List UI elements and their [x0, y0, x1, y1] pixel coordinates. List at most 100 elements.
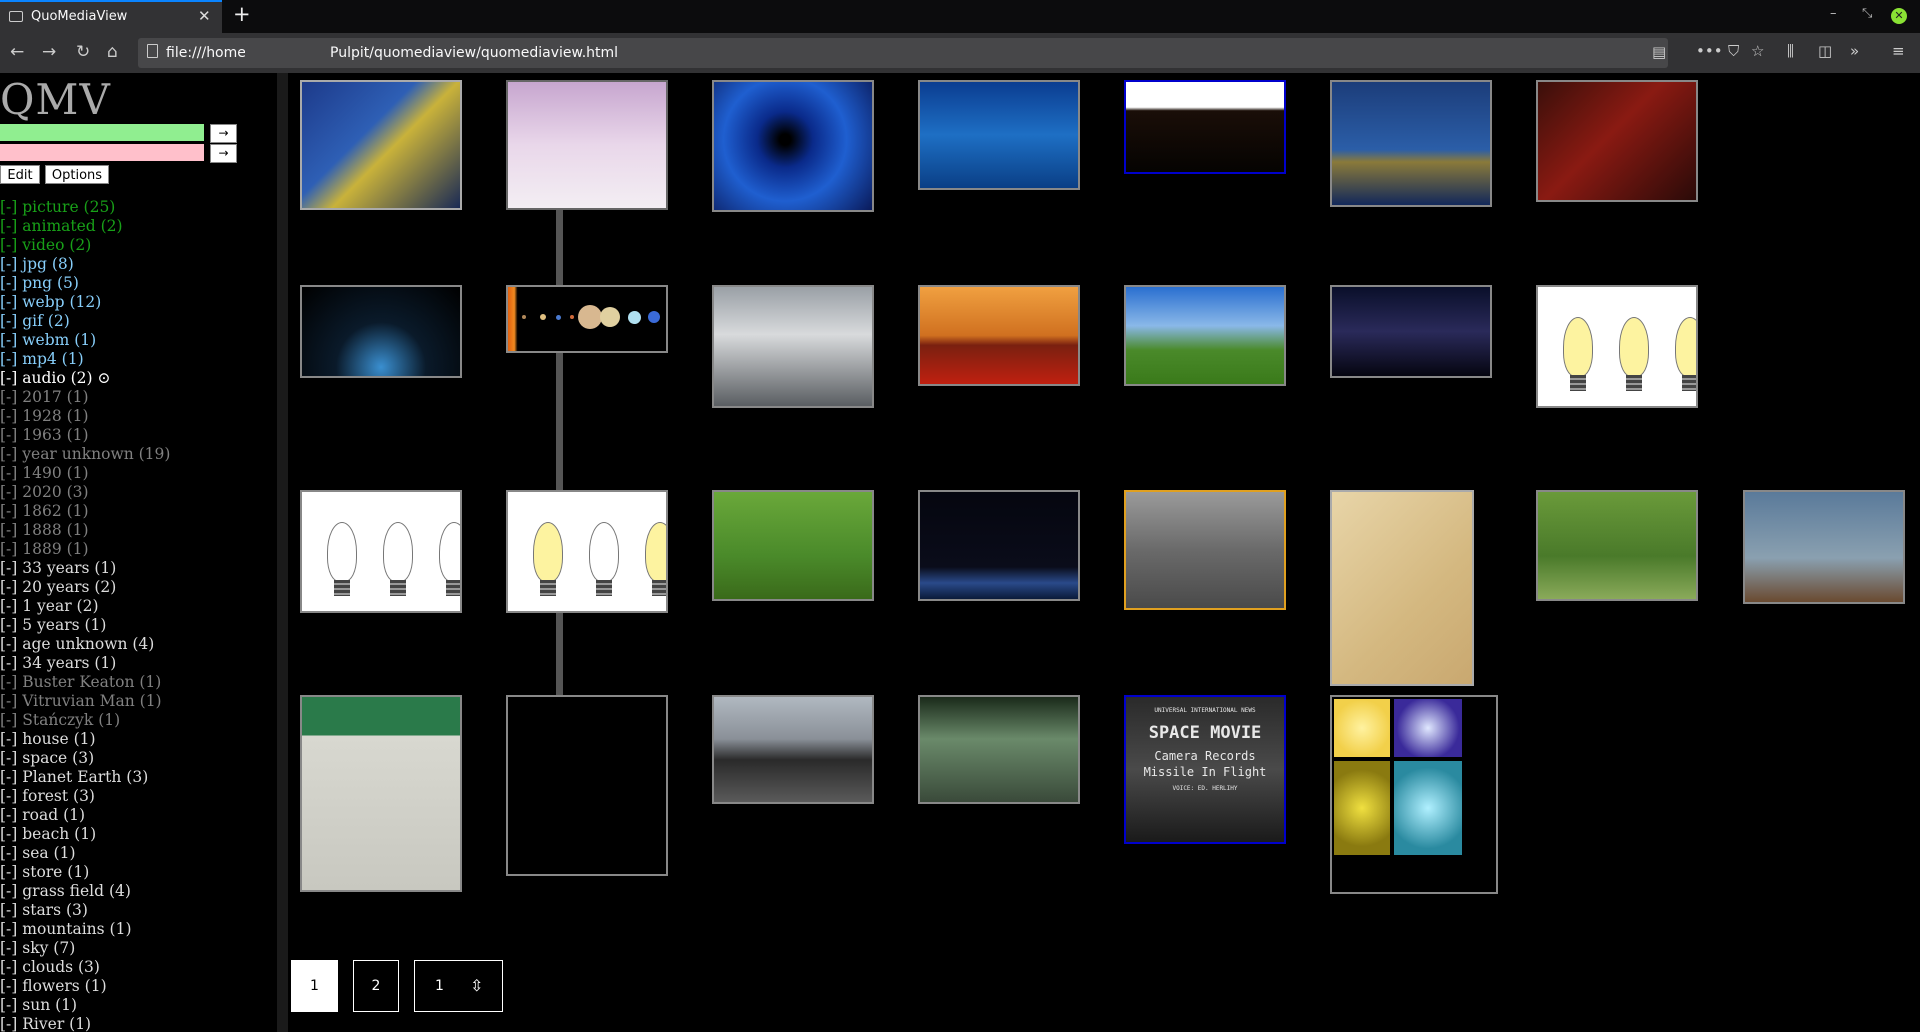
tag-item[interactable]: [-] flowers (1) — [0, 977, 170, 996]
tag-item[interactable]: [-] picture (25) — [0, 198, 170, 217]
forward-icon[interactable]: → — [42, 42, 56, 62]
tag-item[interactable]: [-] 1928 (1) — [0, 407, 170, 426]
media-thumbnail-mountains[interactable] — [1124, 285, 1286, 386]
media-thumbnail-fantasy-collage[interactable] — [1330, 695, 1498, 894]
page-1-button[interactable]: 1 — [291, 960, 338, 1012]
media-thumbnail-poppy-field[interactable] — [918, 285, 1080, 386]
media-thumbnail-solar-system[interactable] — [506, 285, 668, 353]
reader-view-icon[interactable]: ▤ — [1652, 43, 1666, 61]
overflow-icon[interactable]: » — [1850, 42, 1859, 60]
media-thumbnail-spaceship[interactable] — [300, 285, 462, 378]
tag-item[interactable]: [-] 33 years (1) — [0, 559, 170, 578]
tag-item[interactable]: [-] River (1) — [0, 1015, 170, 1032]
close-tab-icon[interactable]: ✕ — [198, 7, 211, 25]
tag-item[interactable]: [-] sea (1) — [0, 844, 170, 863]
page-info-icon[interactable] — [147, 44, 158, 58]
media-thumbnail-bulbs-mixed[interactable] — [506, 490, 668, 613]
edit-button[interactable]: Edit — [0, 165, 40, 184]
tag-item[interactable]: [-] gif (2) — [0, 312, 170, 331]
media-thumbnail-forest-road[interactable] — [918, 695, 1080, 804]
home-icon[interactable]: ⌂ — [107, 42, 118, 62]
minimize-icon[interactable]: – — [1830, 6, 1837, 21]
library-icon[interactable]: ⫼ — [1787, 42, 1794, 60]
include-go-button[interactable]: → — [210, 124, 237, 143]
media-thumbnail-space-movie[interactable]: UNIVERSAL INTERNATIONAL NEWS SPACE MOVIE C… — [1124, 695, 1286, 844]
media-thumbnail-pegasus[interactable] — [506, 80, 668, 210]
new-tab-icon[interactable]: + — [233, 2, 251, 26]
media-thumbnail-clouds[interactable] — [712, 285, 874, 408]
tag-item[interactable]: [-] grass field (4) — [0, 882, 170, 901]
media-thumbnail-stanczyk[interactable] — [1536, 80, 1698, 202]
tag-item[interactable]: [-] 1 year (2) — [0, 597, 170, 616]
media-thumbnail-cyclist-black[interactable] — [506, 695, 668, 876]
tag-item[interactable]: [-] jpg (8) — [0, 255, 170, 274]
tag-item[interactable]: [-] webp (12) — [0, 293, 170, 312]
media-thumbnail-video-dark[interactable] — [1124, 80, 1286, 174]
tag-item[interactable]: [-] house (1) — [0, 730, 170, 749]
tag-item[interactable]: [-] 1889 (1) — [0, 540, 170, 559]
exclude-filter-input[interactable] — [0, 144, 204, 161]
media-thumbnail-milky-way[interactable] — [1330, 285, 1492, 378]
tag-item[interactable]: [-] png (5) — [0, 274, 170, 293]
tag-item[interactable]: [-] year unknown (19) — [0, 445, 170, 464]
tag-item[interactable]: [-] 1888 (1) — [0, 521, 170, 540]
menu-icon[interactable]: ≡ — [1892, 42, 1905, 60]
tag-item[interactable]: [-] clouds (3) — [0, 958, 170, 977]
include-filter-input[interactable] — [0, 124, 204, 141]
tag-item[interactable]: [-] video (2) — [0, 236, 170, 255]
sidebar-scrollbar[interactable] — [277, 73, 563, 1032]
media-thumbnail-bird[interactable] — [1743, 490, 1905, 604]
page-actions-icon[interactable]: ••• — [1696, 42, 1723, 60]
tag-item[interactable]: [-] sun (1) — [0, 996, 170, 1015]
tag-item[interactable]: [-] Buster Keaton (1) — [0, 673, 170, 692]
tag-item[interactable]: [-] 1963 (1) — [0, 426, 170, 445]
media-thumbnail-blue-fractal[interactable] — [712, 80, 874, 212]
tag-item[interactable]: [-] 2017 (1) — [0, 388, 170, 407]
media-thumbnail-swan[interactable] — [918, 80, 1080, 190]
url-bar[interactable]: file:///home Pulpit/quomediaview/quomedi… — [138, 38, 1668, 68]
bookmark-star-icon[interactable]: ☆ — [1751, 42, 1764, 60]
restore-icon[interactable]: ⤡ — [1862, 6, 1872, 21]
options-button[interactable]: Options — [45, 165, 109, 184]
tag-item[interactable]: [-] webm (1) — [0, 331, 170, 350]
tag-item[interactable]: [-] 2020 (3) — [0, 483, 170, 502]
media-thumbnail-starry-night[interactable] — [300, 80, 462, 210]
tag-item[interactable]: [-] store (1) — [0, 863, 170, 882]
tag-item[interactable]: [-] 1490 (1) — [0, 464, 170, 483]
pocket-icon[interactable]: ⛉ — [1728, 42, 1739, 60]
tag-item[interactable]: [-] animated (2) — [0, 217, 170, 236]
tag-item[interactable]: [-] Vitruvian Man (1) — [0, 692, 170, 711]
tag-item[interactable]: [-] road (1) — [0, 806, 170, 825]
media-thumbnail-beach[interactable] — [712, 695, 874, 804]
window-close-icon[interactable]: ✕ — [1891, 8, 1907, 24]
media-thumbnail-kitten[interactable] — [712, 490, 874, 601]
media-thumbnail-starry-night-rhone[interactable] — [1330, 80, 1492, 207]
reload-icon[interactable]: ↻ — [76, 42, 90, 62]
tag-item[interactable]: [-] Planet Earth (3) — [0, 768, 170, 787]
media-thumbnail-earth-space[interactable] — [918, 490, 1080, 601]
tag-item[interactable]: [-] sky (7) — [0, 939, 170, 958]
tag-item[interactable]: [-] mp4 (1) — [0, 350, 170, 369]
tag-item[interactable]: [-] stars (3) — [0, 901, 170, 920]
tag-item[interactable]: [-] 5 years (1) — [0, 616, 170, 635]
tag-item[interactable]: [-] 20 years (2) — [0, 578, 170, 597]
tag-item[interactable]: [-] 1862 (1) — [0, 502, 170, 521]
media-thumbnail-bulbs-lit[interactable] — [1536, 285, 1698, 408]
tag-item[interactable]: [-] audio (2) ⊙ — [0, 369, 170, 388]
tag-item[interactable]: [-] age unknown (4) — [0, 635, 170, 654]
media-thumbnail-buster-keaton-house[interactable] — [1124, 490, 1286, 610]
back-icon[interactable]: ← — [10, 42, 24, 62]
tag-item[interactable]: [-] 34 years (1) — [0, 654, 170, 673]
tag-item[interactable]: [-] Stańczyk (1) — [0, 711, 170, 730]
tag-item[interactable]: [-] beach (1) — [0, 825, 170, 844]
tag-item[interactable]: [-] space (3) — [0, 749, 170, 768]
tag-item[interactable]: [-] forest (3) — [0, 787, 170, 806]
exclude-go-button[interactable]: → — [210, 144, 237, 163]
page-2-button[interactable]: 2 — [353, 960, 399, 1012]
page-select[interactable]: 1 ⇳ — [414, 960, 503, 1012]
media-thumbnail-cyclist-store[interactable] — [300, 695, 462, 892]
media-thumbnail-bulbs-off[interactable] — [300, 490, 462, 613]
media-thumbnail-cats[interactable] — [1536, 490, 1698, 601]
browser-tab[interactable]: QuoMediaView ✕ — [0, 0, 222, 33]
sidebar-toggle-icon[interactable]: ◫ — [1818, 42, 1832, 60]
